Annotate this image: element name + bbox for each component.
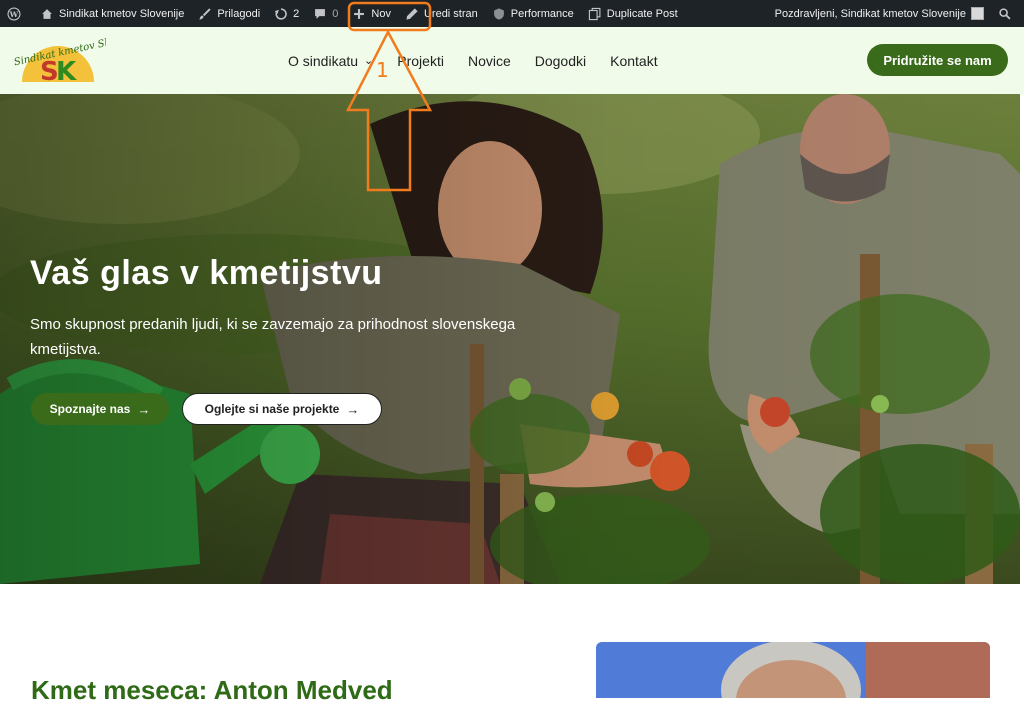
- nav-item-projekti[interactable]: Projekti: [397, 53, 444, 69]
- arrow-right-icon: →: [137, 401, 151, 417]
- nav-label: Novice: [467, 52, 511, 69]
- nav-label: Dogodki: [534, 52, 587, 69]
- updates-count: 2: [293, 7, 300, 20]
- svg-text:W: W: [9, 9, 19, 18]
- chevron-down-icon: ⌄: [364, 55, 374, 67]
- customize-label: Prilagodi: [217, 7, 261, 20]
- brush-icon: [199, 7, 211, 20]
- site-name-link[interactable]: Sindikat kmetov Slovenije: [33, 0, 191, 27]
- refresh-icon: [274, 7, 287, 20]
- hero-subtitle: Smo skupnost predanih ljudi, ki se zavze…: [30, 316, 516, 358]
- comments-count: 0: [332, 7, 339, 20]
- learn-more-button[interactable]: Spoznajte nas →: [31, 393, 169, 425]
- home-icon: [42, 8, 52, 19]
- view-projects-label: Oglejte si naše projekte: [204, 402, 340, 416]
- avatar: [971, 7, 984, 20]
- hero-section: Vaš glas v kmetijstvu Smo skupnost preda…: [0, 94, 1020, 584]
- join-button[interactable]: Pridružite se nam: [867, 44, 1008, 76]
- view-projects-button[interactable]: Oglejte si naše projekte →: [182, 393, 382, 425]
- site-name-label: Sindikat kmetov Slovenije: [59, 7, 185, 20]
- learn-more-label: Spoznajte nas: [49, 402, 131, 416]
- comment-icon: [315, 8, 326, 19]
- greeting-label: Pozdravljeni, Sindikat kmetov Slovenije: [774, 7, 966, 20]
- performance-link[interactable]: Performance: [485, 0, 581, 27]
- plus-icon: [354, 8, 365, 19]
- duplicate-post-link[interactable]: Duplicate Post: [581, 0, 685, 27]
- nav-item-o-sindikatu[interactable]: O sindikatu ⌄: [288, 53, 373, 69]
- main-navigation: O sindikatu ⌄ Projekti Novice Dogodki Ko…: [288, 27, 682, 94]
- updates-link[interactable]: 2: [267, 0, 306, 27]
- nav-item-kontakt[interactable]: Kontakt: [610, 53, 657, 69]
- pencil-icon: [406, 7, 418, 20]
- customize-link[interactable]: Prilagodi: [191, 0, 267, 27]
- nav-label: O sindikatu: [288, 52, 359, 69]
- copy-icon: [588, 7, 601, 20]
- farmer-of-month-title: Kmet meseca: Anton Medved: [31, 675, 393, 705]
- new-content-link[interactable]: Nov: [345, 0, 398, 27]
- nav-item-novice[interactable]: Novice: [468, 53, 511, 69]
- nav-label: Kontakt: [610, 52, 658, 69]
- hero-title: Vaš glas v kmetijstvu: [30, 254, 383, 292]
- nav-item-dogodki[interactable]: Dogodki: [535, 53, 586, 69]
- search-icon: [999, 7, 1011, 20]
- my-account-link[interactable]: Pozdravljeni, Sindikat kmetov Slovenije: [768, 0, 991, 27]
- comments-link[interactable]: 0: [306, 0, 345, 27]
- new-content-label: Nov: [371, 7, 391, 20]
- arrow-right-icon: →: [346, 401, 360, 417]
- wp-admin-bar: W Sindikat kmetov Slovenije Prilagodi 2 …: [0, 0, 1024, 27]
- shield-icon: [493, 7, 504, 20]
- wordpress-icon: W: [7, 6, 21, 21]
- farmer-photo: [596, 642, 990, 698]
- performance-label: Performance: [510, 7, 574, 20]
- wordpress-menu[interactable]: W: [0, 0, 33, 27]
- site-logo[interactable]: Sindikat kmetov Slovenije S K: [10, 30, 144, 87]
- duplicate-post-label: Duplicate Post: [606, 7, 678, 20]
- admin-search[interactable]: [991, 0, 1024, 27]
- edit-page-label: Uredi stran: [423, 7, 478, 20]
- nav-label: Projekti: [397, 52, 444, 69]
- svg-text:K: K: [56, 57, 77, 84]
- edit-page-link[interactable]: Uredi stran: [398, 0, 485, 27]
- annotation-label: 1: [376, 58, 389, 82]
